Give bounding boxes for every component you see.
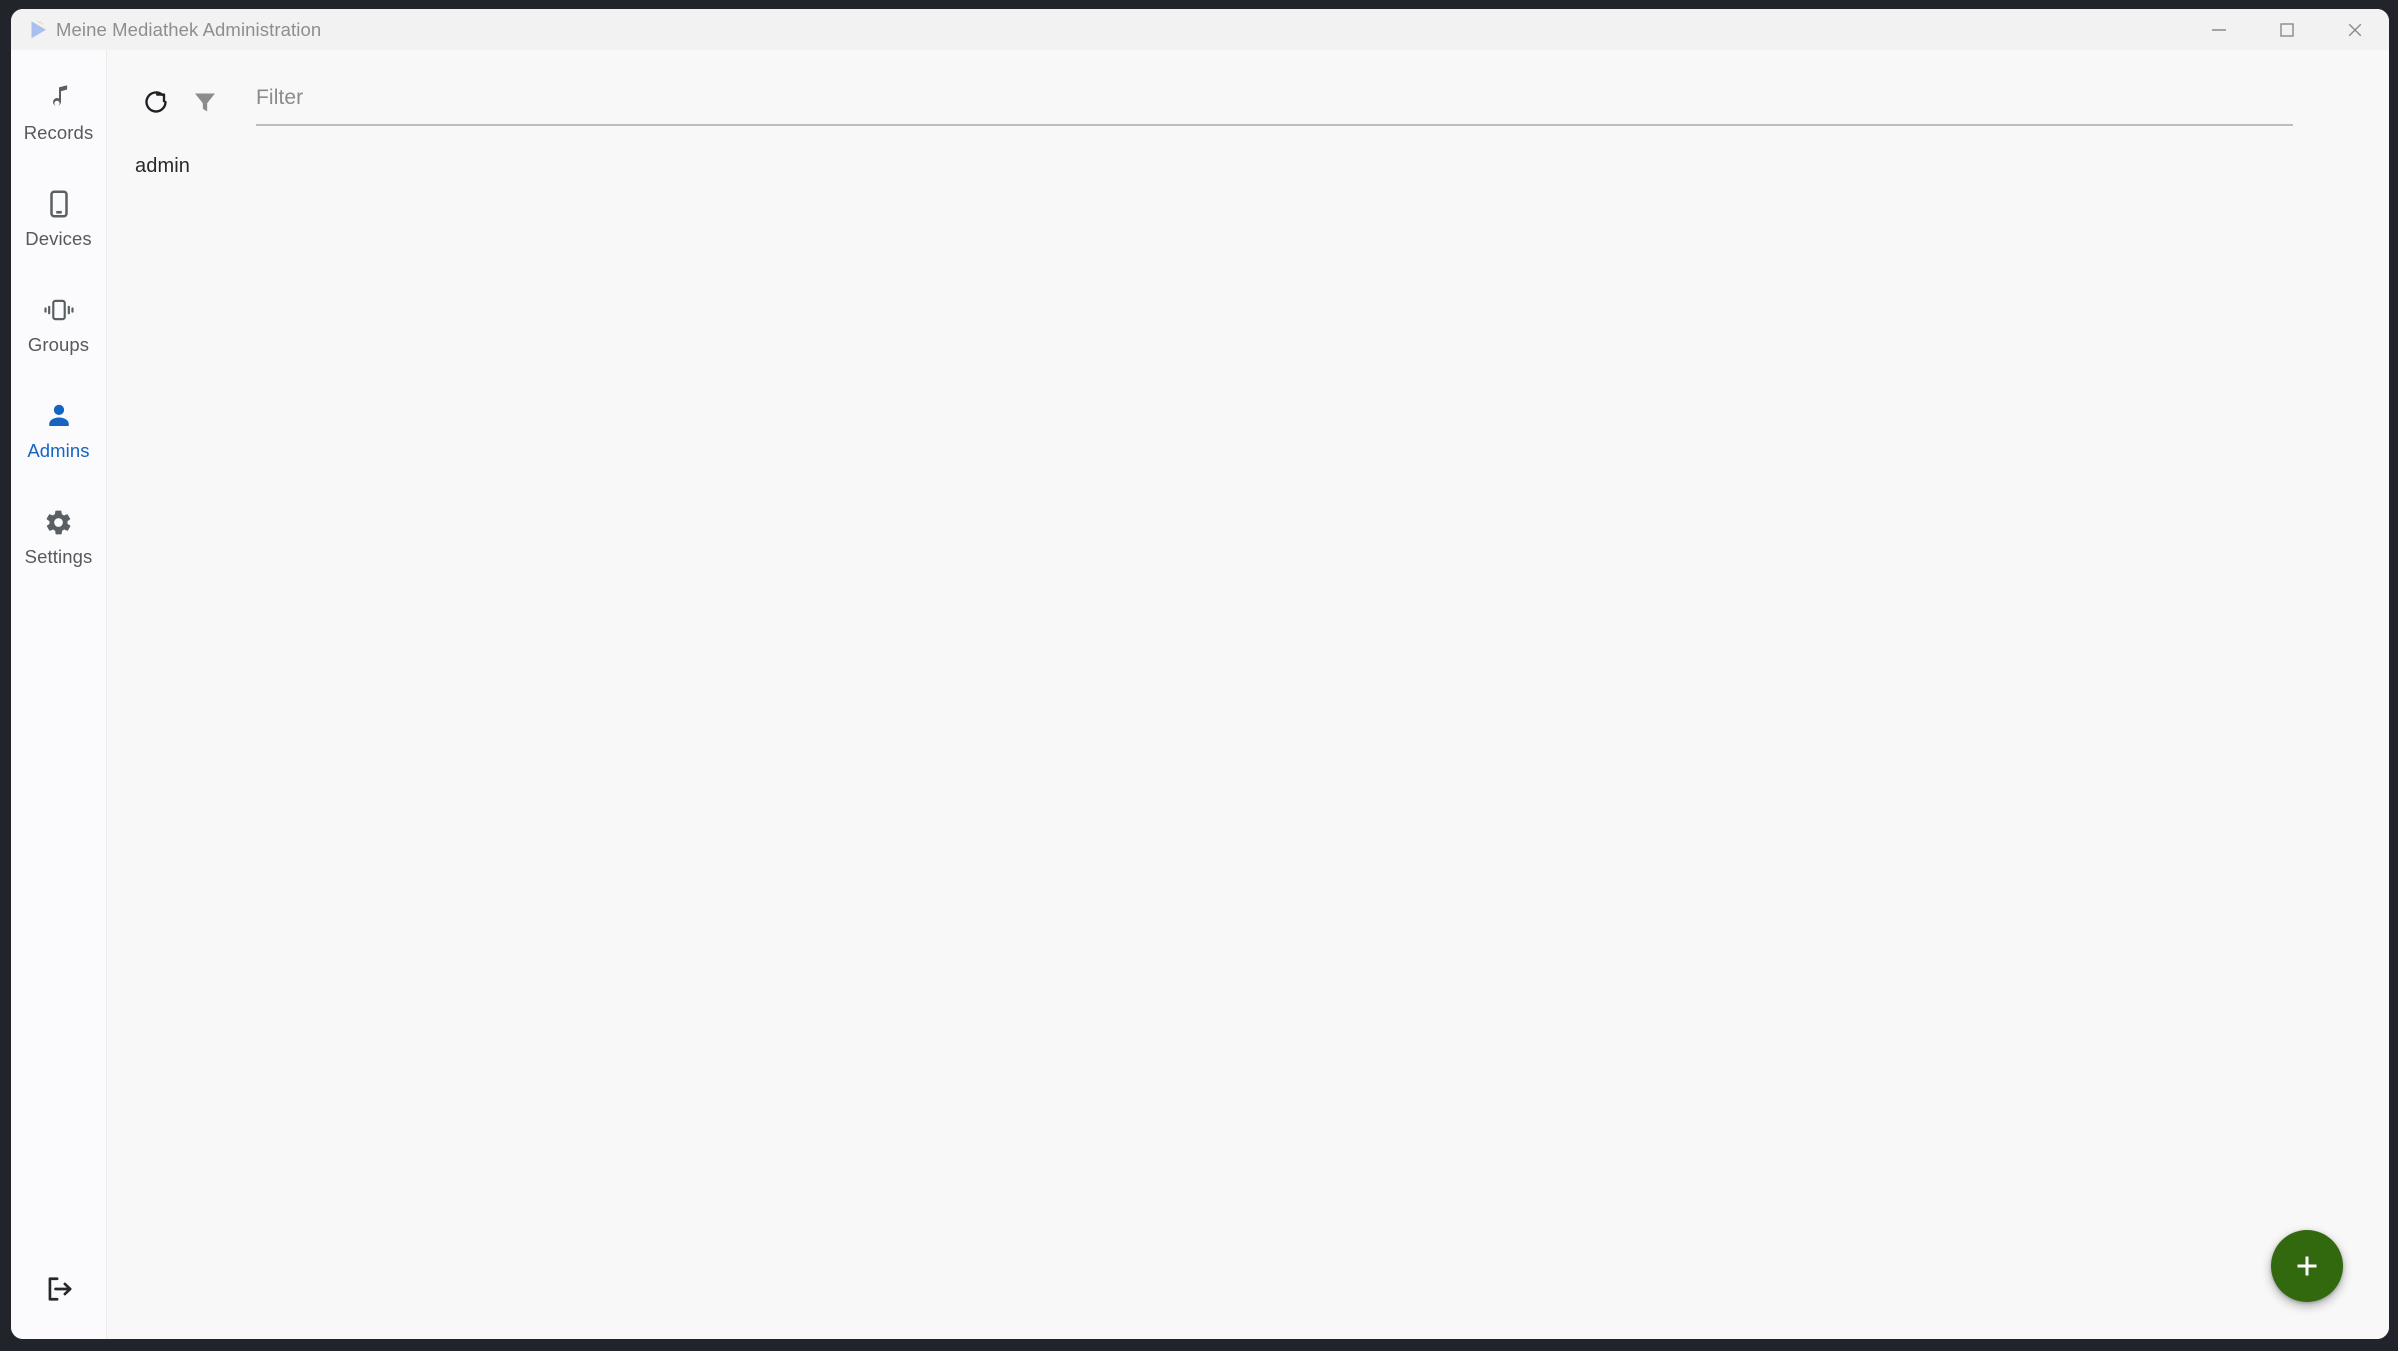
admin-name: admin [135,154,190,177]
sidebar-item-admins[interactable]: Admins [11,396,107,474]
close-icon [2348,23,2362,36]
sidebar-item-groups[interactable]: Groups [11,290,107,368]
sidebar-item-label: Settings [24,546,93,567]
funnel-icon [195,93,215,112]
logout-button[interactable] [11,1261,107,1321]
music-note-icon [44,78,74,118]
application-window: Meine Mediathek Administration Records D… [11,9,2389,1339]
plus-icon [2297,1256,2317,1276]
window-frame: Meine Mediathek Administration Records D… [0,0,2398,1351]
sidebar-item-label: Records [23,122,94,143]
logout-icon [43,1273,75,1310]
window-body: Records Devices Groups Admins Settings F… [11,50,2389,1339]
toolbar [107,50,2389,128]
titlebar: Meine Mediathek Administration [11,9,2389,50]
minimize-button[interactable] [2185,9,2253,50]
sidebar-item-settings[interactable]: Settings [11,502,107,580]
filter-input[interactable] [256,78,2293,126]
play-triangle-logo-icon [25,17,51,43]
gear-icon [44,502,73,542]
sidebar-item-records[interactable]: Records [11,78,107,156]
sidebar: Records Devices Groups Admins Settings [11,50,107,1339]
window-controls [2185,9,2389,50]
maximize-icon [2280,22,2294,37]
sidebar-item-label: Admins [27,440,90,461]
sidebar-item-label: Devices [25,228,92,249]
main-content: admin [107,50,2389,1339]
window-title: Meine Mediathek Administration [56,18,322,40]
minimize-icon [2212,28,2226,31]
maximize-button[interactable] [2253,9,2321,50]
person-icon [44,396,74,436]
smartphone-icon [44,184,74,224]
admins-list: admin [107,128,2389,1339]
vibrating-phone-icon [43,290,75,330]
refresh-button[interactable] [134,80,178,124]
sidebar-item-devices[interactable]: Devices [11,184,107,262]
filter-field [256,78,2293,126]
sidebar-item-label: Groups [27,334,90,355]
add-admin-fab[interactable] [2271,1230,2343,1302]
filter-underline [256,124,2293,126]
list-item[interactable]: admin [107,142,2389,190]
close-button[interactable] [2321,9,2389,50]
filter-toggle-button[interactable] [183,80,227,124]
